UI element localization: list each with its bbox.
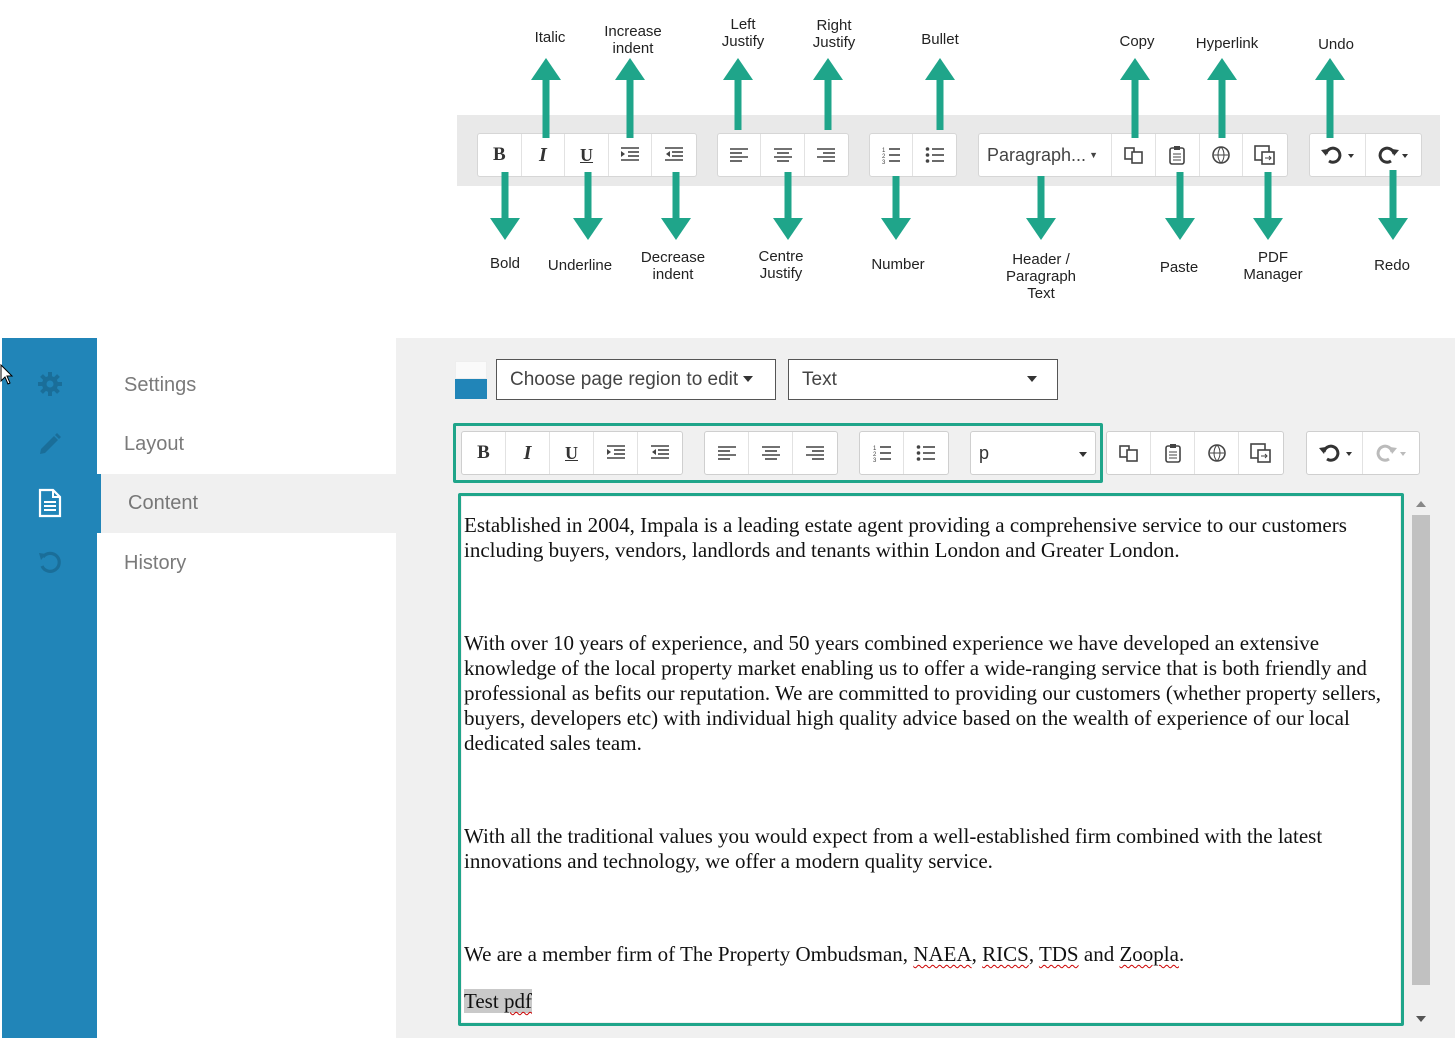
- pdf-manager-button[interactable]: [1239, 432, 1283, 474]
- arrow-left-justify: [723, 58, 753, 130]
- history-icon[interactable]: [2, 542, 97, 582]
- arrow-bold: [490, 172, 520, 240]
- pdf-manager-icon: [1250, 443, 1271, 463]
- paste-button[interactable]: [1151, 432, 1195, 474]
- copy-button[interactable]: [1107, 432, 1151, 474]
- toolbar-diagram: B I U 123 Paragraph... ▼ Italic Increase …: [0, 0, 1455, 320]
- document-icon[interactable]: [2, 483, 97, 523]
- redo-button[interactable]: [1363, 432, 1419, 474]
- label-number: Number: [871, 256, 925, 273]
- cms-app: Settings Layout Content History Choose p…: [0, 338, 1455, 1038]
- arrow-increase-indent: [615, 58, 645, 138]
- history-group: [1306, 431, 1420, 475]
- nav-item-history[interactable]: History: [97, 534, 396, 593]
- arrow-right-justify: [813, 58, 843, 130]
- color-swatch[interactable]: [455, 361, 487, 399]
- label-hyperlink: Hyperlink: [1195, 35, 1259, 52]
- page-region-select[interactable]: Choose page region to edit: [496, 359, 776, 400]
- content-type-select[interactable]: Text: [788, 359, 1058, 400]
- editor-highlight: [458, 493, 1404, 1026]
- label-centre-justify: Centre Justify: [758, 248, 804, 282]
- label-copy: Copy: [1119, 33, 1155, 50]
- scroll-up-icon[interactable]: [1416, 501, 1426, 507]
- copy-icon: [1118, 445, 1138, 462]
- main-panel: Choose page region to edit Text B I U 12…: [396, 338, 1455, 1038]
- label-increase-indent: Increase indent: [604, 23, 662, 57]
- label-left-justify: Left Justify: [721, 16, 765, 50]
- content-type-select-value: Text: [802, 368, 837, 390]
- insert-group: [1106, 431, 1284, 475]
- nav-item-settings[interactable]: Settings: [97, 356, 396, 415]
- label-right-justify: Right Justify: [812, 17, 856, 51]
- toolbar-highlight: [453, 423, 1103, 483]
- arrow-decrease-indent: [661, 172, 691, 240]
- pencil-icon[interactable]: [2, 423, 97, 463]
- label-decrease-indent: Decrease indent: [640, 249, 706, 283]
- label-bullet: Bullet: [921, 31, 959, 48]
- nav-item-layout[interactable]: Layout: [97, 415, 396, 474]
- hyperlink-button[interactable]: [1195, 432, 1239, 474]
- arrow-underline: [573, 172, 603, 240]
- undo-icon: [1318, 444, 1352, 462]
- gear-icon[interactable]: [2, 364, 97, 404]
- label-redo: Redo: [1374, 257, 1410, 274]
- mouse-cursor-icon: [0, 364, 14, 385]
- hyperlink-icon: [1207, 444, 1226, 462]
- arrow-hyperlink: [1207, 58, 1237, 138]
- label-underline: Underline: [547, 257, 613, 274]
- arrow-paste: [1165, 172, 1195, 240]
- label-paste: Paste: [1159, 259, 1199, 276]
- page-region-select-value: Choose page region to edit: [510, 368, 739, 390]
- redo-icon: [1376, 444, 1406, 462]
- scroll-down-icon[interactable]: [1416, 1016, 1426, 1022]
- arrow-centre-justify: [773, 172, 803, 240]
- arrow-bullet: [925, 58, 955, 130]
- icon-rail: [2, 338, 97, 1038]
- arrow-redo: [1378, 170, 1408, 240]
- label-pdf-manager: PDF Manager: [1243, 249, 1303, 283]
- arrow-header: [1026, 176, 1056, 240]
- arrow-copy: [1120, 58, 1150, 138]
- label-italic: Italic: [534, 29, 566, 46]
- label-header-paragraph: Header / Paragraph Text: [1005, 251, 1077, 302]
- paste-icon: [1164, 444, 1181, 463]
- label-undo: Undo: [1318, 36, 1354, 53]
- undo-button[interactable]: [1307, 432, 1364, 474]
- side-nav: Settings Layout Content History: [97, 338, 396, 1038]
- arrow-italic: [531, 58, 561, 138]
- arrow-number: [881, 176, 911, 240]
- arrow-pdf-manager: [1253, 172, 1283, 240]
- label-bold: Bold: [489, 255, 521, 272]
- nav-item-content[interactable]: Content: [97, 474, 396, 533]
- editor-scrollbar[interactable]: [1407, 495, 1435, 1028]
- scroll-thumb[interactable]: [1412, 515, 1430, 985]
- arrow-undo: [1315, 58, 1345, 138]
